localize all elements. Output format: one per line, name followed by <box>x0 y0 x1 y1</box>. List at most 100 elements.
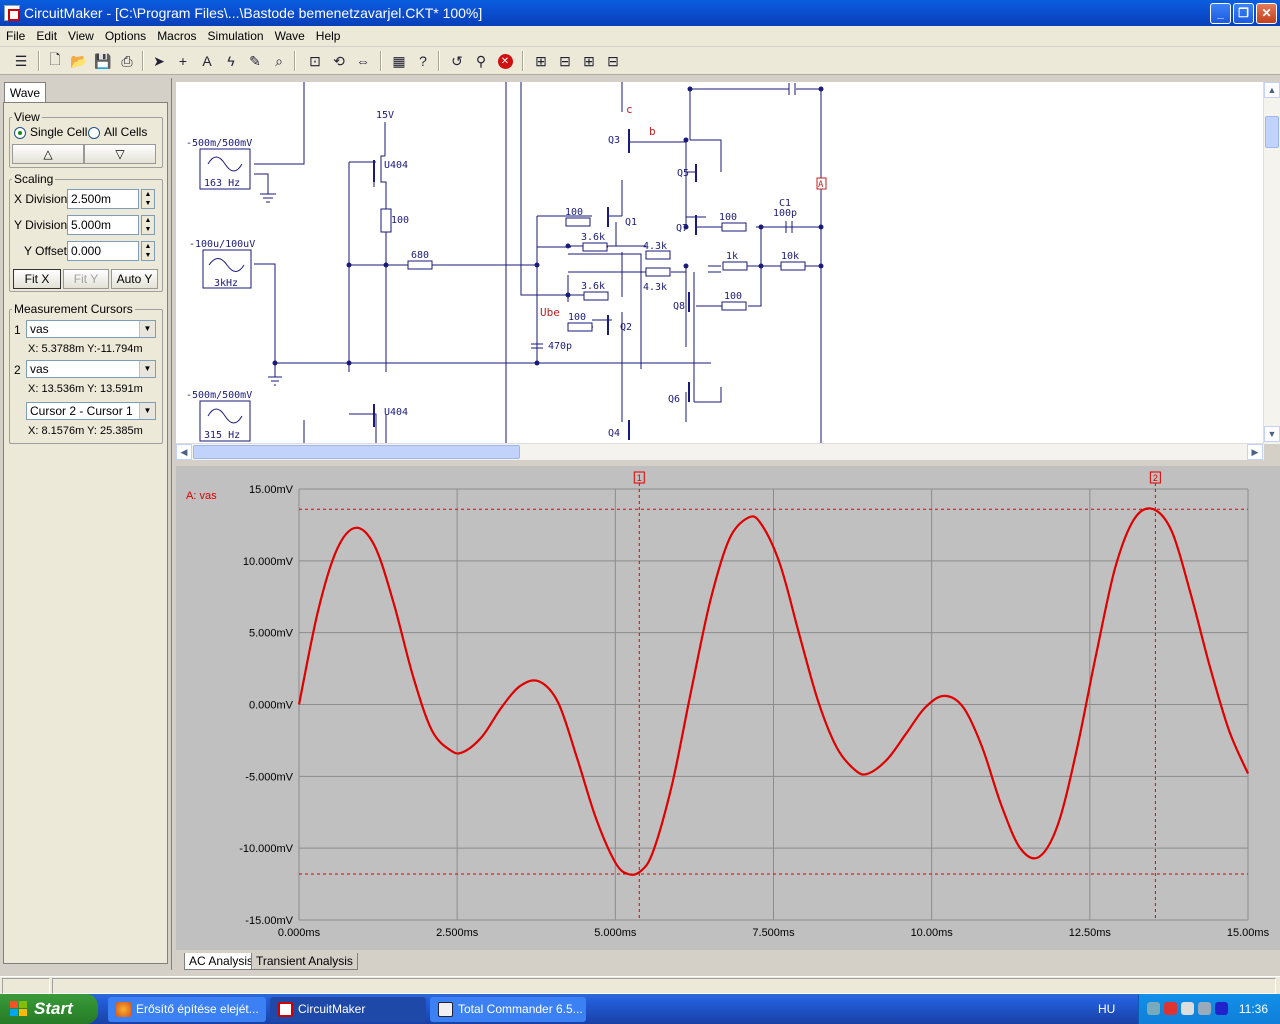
resistor-100-label: 100 <box>391 215 409 226</box>
display-icon[interactable] <box>1198 1002 1211 1015</box>
taskbar-item-total-commander[interactable]: Total Commander 6.5... <box>430 997 586 1022</box>
open-folder-icon[interactable]: 📂 <box>68 50 90 72</box>
horizontal-scroll-thumb[interactable] <box>193 445 520 459</box>
y-offset-field[interactable]: 0.000 <box>67 241 139 261</box>
y-division-spinner[interactable]: ▲ ▼ <box>141 215 155 235</box>
probe-a-label: A <box>818 180 824 190</box>
minimize-button[interactable]: _ <box>1210 3 1231 24</box>
lightning-icon[interactable]: ϟ <box>220 50 242 72</box>
print-icon[interactable]: ⎙ <box>116 50 138 72</box>
x-division-field[interactable]: 2.500m <box>67 189 139 209</box>
rotate-icon[interactable]: ⟲ <box>328 50 350 72</box>
source2-freq: 3kHz <box>214 278 238 289</box>
chevron-down-icon[interactable]: ▼ <box>139 403 155 419</box>
y-tick-label: -15.00mV <box>245 915 293 927</box>
bluetooth-icon[interactable] <box>1215 1002 1228 1015</box>
fit-x-button[interactable]: Fit X <box>13 269 61 289</box>
taskbar-item-circuitmaker[interactable]: CircuitMaker <box>270 997 426 1022</box>
probe-icon[interactable]: ✎ <box>244 50 266 72</box>
schematic-canvas[interactable]: -500m/500mV 163 Hz -100u/100uV 3kHz -500… <box>176 82 1264 444</box>
language-indicator[interactable]: HU <box>1098 1002 1115 1016</box>
zoom-icon[interactable]: ⌕ <box>268 50 290 72</box>
x-tick-label: 10.00ms <box>911 927 954 939</box>
cursor-difference-select[interactable]: Cursor 2 - Cursor 1 ▼ <box>26 402 156 420</box>
window-title: CircuitMaker - [C:\Program Files\...\Bas… <box>24 5 483 21</box>
schematic-vertical-scrollbar[interactable]: ▲ ▼ <box>1263 82 1280 444</box>
chevron-down-icon[interactable]: ▼ <box>139 321 155 337</box>
scroll-right-icon[interactable]: ▶ <box>1247 444 1263 460</box>
taskbar-item-firefox[interactable]: Erősítő építése elejét... <box>108 997 266 1022</box>
y-axis-ticks: 15.00mV 10.000mV 5.000mV 0.000mV -5.000mV -10… <box>239 484 293 927</box>
menu-file[interactable]: File <box>0 26 30 46</box>
restore-button[interactable]: ❐ <box>1233 3 1254 24</box>
panel-toggle-icon[interactable]: ☰ <box>10 50 32 72</box>
analysis-tabs: AC Analysis Transient Analysis <box>176 953 1280 971</box>
app-icon[interactable] <box>4 5 20 21</box>
tweak-icon[interactable]: ⚲ <box>470 50 492 72</box>
schematic-resistors <box>380 208 806 332</box>
scroll-up-icon[interactable]: ▲ <box>1264 82 1280 98</box>
cursor2-select[interactable]: vas ▼ <box>26 360 156 378</box>
analysis4-icon[interactable]: ⊟ <box>602 50 624 72</box>
probe-a-marker[interactable]: A <box>816 177 827 190</box>
schematic-horizontal-scrollbar[interactable]: ◀ ▶ <box>176 443 1264 460</box>
measurement-cursors-title: Measurement Cursors <box>14 302 133 316</box>
cursor1-readout: X: 5.3788m Y:-11.794m <box>28 343 143 355</box>
close-button[interactable]: ✕ <box>1256 3 1277 24</box>
text-tool-icon[interactable]: A <box>196 50 218 72</box>
network-icon[interactable] <box>1147 1002 1160 1015</box>
arrow-pointer-icon[interactable]: ➤ <box>148 50 170 72</box>
view-down-button[interactable]: ▽ <box>84 144 156 164</box>
vertical-scroll-thumb[interactable] <box>1265 116 1279 148</box>
tab-ac-analysis[interactable]: AC Analysis <box>184 953 259 970</box>
q5-label: Q5 <box>677 168 689 179</box>
new-file-icon[interactable]: 🗋 <box>44 50 66 72</box>
waveform-chart: A: vas 15.00mV 10.000mV 5.000mV 0.000mV -5.0… <box>186 471 1270 939</box>
help-icon[interactable]: ? <box>412 50 434 72</box>
tab-transient-analysis[interactable]: Transient Analysis <box>251 953 358 970</box>
q8-label: Q8 <box>673 301 685 312</box>
menu-view[interactable]: View <box>62 26 99 46</box>
zoom-fit-icon[interactable]: ⊡ <box>304 50 326 72</box>
all-cells-radio[interactable] <box>88 127 100 139</box>
auto-y-button[interactable]: Auto Y <box>111 269 158 289</box>
menu-help[interactable]: Help <box>310 26 346 46</box>
analysis1-icon[interactable]: ⊞ <box>530 50 552 72</box>
fit-y-button[interactable]: Fit Y <box>63 269 109 289</box>
netlist-icon[interactable]: ▦ <box>388 50 410 72</box>
menu-macros[interactable]: Macros <box>151 26 201 46</box>
stop-icon[interactable]: ✕ <box>494 50 516 72</box>
waveform-graph[interactable]: A: vas 15.00mV 10.000mV 5.000mV 0.000mV -5.0… <box>176 466 1280 950</box>
menu-wave[interactable]: Wave <box>269 26 310 46</box>
scroll-down-icon[interactable]: ▼ <box>1264 426 1280 442</box>
single-cell-radio[interactable] <box>14 127 26 139</box>
analysis2-icon[interactable]: ⊟ <box>554 50 576 72</box>
tab-wave[interactable]: Wave <box>4 82 46 103</box>
taskbar-item-label: Total Commander 6.5... <box>458 1002 583 1016</box>
mirror-icon[interactable]: ⇔ <box>352 50 374 72</box>
scroll-left-icon[interactable]: ◀ <box>176 444 192 460</box>
chevron-down-icon[interactable]: ▼ <box>139 361 155 377</box>
volume-icon[interactable] <box>1181 1002 1194 1015</box>
menu-edit[interactable]: Edit <box>30 26 62 46</box>
cursor2-select-value: vas <box>30 362 49 376</box>
shield-icon[interactable] <box>1164 1002 1177 1015</box>
menu-options[interactable]: Options <box>99 26 151 46</box>
analysis3-icon[interactable]: ⊞ <box>578 50 600 72</box>
menu-bar: File Edit View Options Macros Simulation Wave H… <box>0 26 1280 46</box>
status-cell-2 <box>52 978 1276 994</box>
menu-simulation[interactable]: Simulation <box>202 26 269 46</box>
wire-cross-icon[interactable]: + <box>172 50 194 72</box>
cursor1-select[interactable]: vas ▼ <box>26 320 156 338</box>
node-c-label: c <box>626 103 633 116</box>
c470-label: 470p <box>548 341 572 352</box>
y-offset-spinner[interactable]: ▲ ▼ <box>141 241 155 261</box>
start-button[interactable]: Start <box>0 994 98 1024</box>
view-up-button[interactable]: △ <box>12 144 84 164</box>
y-division-field[interactable]: 5.000m <box>67 215 139 235</box>
r43b-label: 4.3k <box>643 282 667 293</box>
x-tick-label: 5.000ms <box>594 927 637 939</box>
save-icon[interactable]: 💾 <box>92 50 114 72</box>
reset-icon[interactable]: ↺ <box>446 50 468 72</box>
x-division-spinner[interactable]: ▲ ▼ <box>141 189 155 209</box>
